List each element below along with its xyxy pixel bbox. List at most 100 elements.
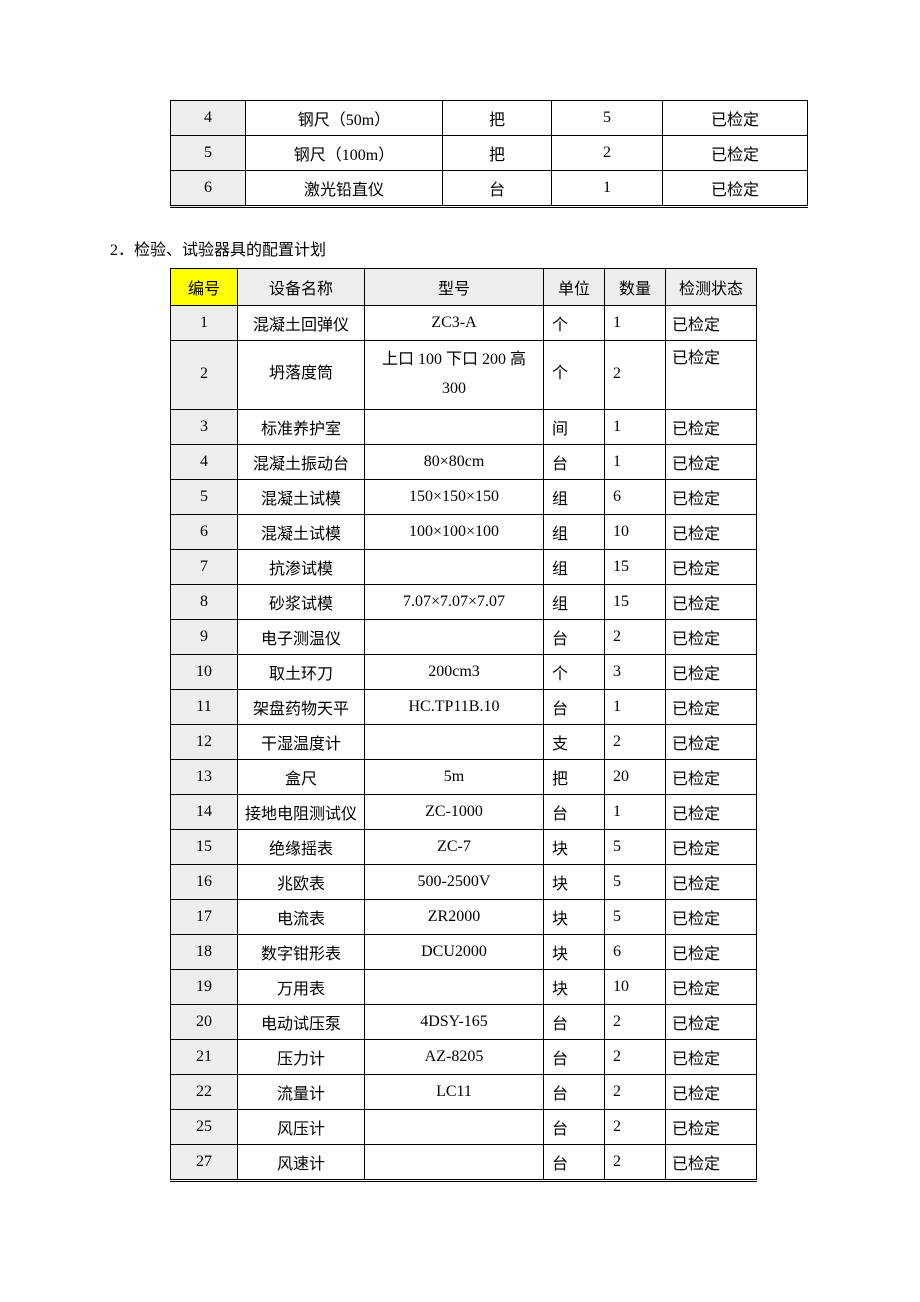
table2-head: 编号 设备名称 型号 单位 数量 检测状态 (171, 269, 757, 306)
cell-status: 已检定 (666, 479, 757, 514)
cell-num: 20 (171, 1004, 238, 1039)
header-unit: 单位 (544, 269, 605, 306)
cell-model (365, 1144, 544, 1180)
table-row: 1混凝土回弹仪ZC3-A个1已检定 (171, 306, 757, 341)
table2-header-row: 编号 设备名称 型号 单位 数量 检测状态 (171, 269, 757, 306)
cell-status: 已检定 (666, 444, 757, 479)
table-row: 18数字钳形表DCU2000块6已检定 (171, 934, 757, 969)
cell-qty: 3 (605, 654, 666, 689)
cell-name: 混凝土回弹仪 (238, 306, 365, 341)
cell-unit: 组 (544, 549, 605, 584)
cell-unit: 台 (544, 1004, 605, 1039)
cell-qty: 2 (605, 724, 666, 759)
table-row: 3标准养护室间1已检定 (171, 409, 757, 444)
table2-body: 1混凝土回弹仪ZC3-A个1已检定2坍落度筒上口 100 下口 200 高300… (171, 306, 757, 1181)
cell-status: 已检定 (666, 1039, 757, 1074)
cell-unit: 把 (443, 101, 552, 136)
cell-model (365, 549, 544, 584)
cell-name: 混凝土振动台 (238, 444, 365, 479)
cell-qty: 5 (605, 864, 666, 899)
cell-num: 7 (171, 549, 238, 584)
cell-status: 已检定 (666, 829, 757, 864)
cell-unit: 组 (544, 479, 605, 514)
cell-model (365, 1109, 544, 1144)
cell-model: 150×150×150 (365, 479, 544, 514)
cell-unit: 块 (544, 969, 605, 1004)
cell-name: 砂浆试模 (238, 584, 365, 619)
cell-name: 取土环刀 (238, 654, 365, 689)
cell-status: 已检定 (666, 584, 757, 619)
cell-unit: 块 (544, 864, 605, 899)
table-row: 22流量计LC11台2已检定 (171, 1074, 757, 1109)
cell-unit: 支 (544, 724, 605, 759)
table-row: 4钢尺（50m）把5已检定 (171, 101, 808, 136)
cell-qty: 2 (605, 619, 666, 654)
cell-num: 18 (171, 934, 238, 969)
cell-name: 电子测温仪 (238, 619, 365, 654)
cell-qty: 1 (552, 171, 663, 207)
cell-num: 5 (171, 479, 238, 514)
cell-qty: 2 (605, 341, 666, 410)
cell-status: 已检定 (663, 136, 808, 171)
cell-status: 已检定 (666, 514, 757, 549)
cell-num: 21 (171, 1039, 238, 1074)
cell-model: 80×80cm (365, 444, 544, 479)
cell-model: 7.07×7.07×7.07 (365, 584, 544, 619)
cell-name: 激光铅直仪 (246, 171, 443, 207)
table-row: 14接地电阻测试仪ZC-1000台1已检定 (171, 794, 757, 829)
cell-model (365, 409, 544, 444)
cell-num: 17 (171, 899, 238, 934)
table-row: 8砂浆试模7.07×7.07×7.07组15已检定 (171, 584, 757, 619)
cell-model: 4DSY-165 (365, 1004, 544, 1039)
cell-status: 已检定 (666, 1144, 757, 1180)
cell-unit: 台 (544, 1144, 605, 1180)
cell-name: 混凝土试模 (238, 479, 365, 514)
cell-unit: 个 (544, 341, 605, 410)
cell-qty: 2 (605, 1074, 666, 1109)
table-row: 15绝缘摇表ZC-7块5已检定 (171, 829, 757, 864)
table1-body: 4钢尺（50m）把5已检定5钢尺（100m）把2已检定6激光铅直仪台1已检定 (171, 101, 808, 207)
cell-num: 14 (171, 794, 238, 829)
measurement-tools-table: 4钢尺（50m）把5已检定5钢尺（100m）把2已检定6激光铅直仪台1已检定 (170, 100, 808, 208)
cell-num: 10 (171, 654, 238, 689)
cell-name: 混凝土试模 (238, 514, 365, 549)
table-row: 5钢尺（100m）把2已检定 (171, 136, 808, 171)
cell-status: 已检定 (663, 171, 808, 207)
cell-num: 22 (171, 1074, 238, 1109)
cell-model (365, 619, 544, 654)
header-status: 检测状态 (666, 269, 757, 306)
cell-unit: 台 (544, 444, 605, 479)
cell-qty: 1 (605, 409, 666, 444)
cell-unit: 块 (544, 829, 605, 864)
cell-unit: 把 (443, 136, 552, 171)
cell-status: 已检定 (666, 969, 757, 1004)
cell-model: LC11 (365, 1074, 544, 1109)
cell-num: 2 (171, 341, 238, 410)
cell-model: ZC-1000 (365, 794, 544, 829)
cell-model: AZ-8205 (365, 1039, 544, 1074)
header-qty: 数量 (605, 269, 666, 306)
cell-name: 电流表 (238, 899, 365, 934)
cell-num: 11 (171, 689, 238, 724)
cell-name: 钢尺（50m） (246, 101, 443, 136)
cell-model: ZC-7 (365, 829, 544, 864)
cell-status: 已检定 (666, 1004, 757, 1039)
cell-model: DCU2000 (365, 934, 544, 969)
table-row: 5混凝土试模150×150×150组6已检定 (171, 479, 757, 514)
cell-qty: 5 (552, 101, 663, 136)
cell-name: 盒尺 (238, 759, 365, 794)
table-row: 12干湿温度计支2已检定 (171, 724, 757, 759)
cell-num: 16 (171, 864, 238, 899)
cell-name: 压力计 (238, 1039, 365, 1074)
cell-qty: 15 (605, 584, 666, 619)
cell-status: 已检定 (666, 759, 757, 794)
cell-unit: 台 (443, 171, 552, 207)
cell-name: 标准养护室 (238, 409, 365, 444)
cell-model: 100×100×100 (365, 514, 544, 549)
cell-status: 已检定 (666, 619, 757, 654)
cell-qty: 20 (605, 759, 666, 794)
cell-unit: 块 (544, 934, 605, 969)
cell-num: 27 (171, 1144, 238, 1180)
cell-status: 已检定 (666, 306, 757, 341)
cell-name: 流量计 (238, 1074, 365, 1109)
